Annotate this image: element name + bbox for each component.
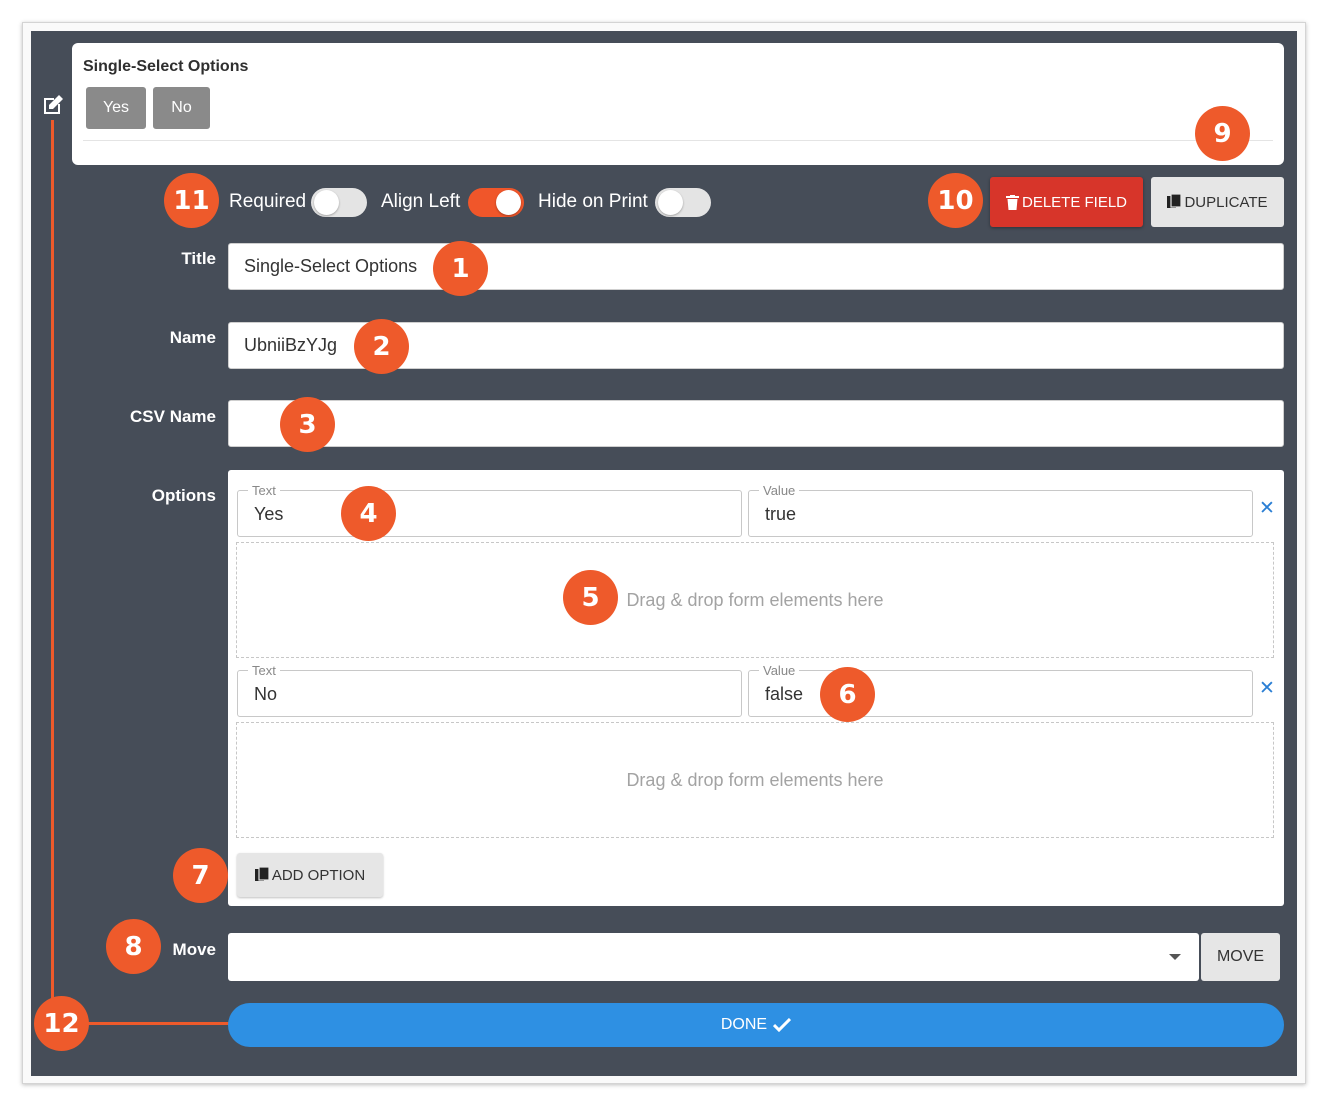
- trash-icon: [1005, 194, 1019, 210]
- duplicate-label: DUPLICATE: [1184, 193, 1268, 211]
- csv-name-input[interactable]: [228, 400, 1284, 447]
- option-1-text-value: Yes: [254, 504, 284, 524]
- connector-line-horizontal: [82, 1022, 232, 1025]
- name-label: Name: [169, 328, 216, 347]
- remove-option-2-close-icon[interactable]: ✕: [1259, 677, 1275, 700]
- value-legend: Value: [759, 483, 800, 498]
- remove-option-1-close-icon[interactable]: ✕: [1259, 497, 1275, 520]
- title-input[interactable]: Single-Select Options: [228, 243, 1284, 290]
- text-legend: Text: [248, 663, 280, 678]
- connector-line-vertical: [51, 120, 54, 1022]
- duplicate-button[interactable]: DUPLICATE: [1151, 177, 1284, 227]
- divider: [83, 140, 1273, 141]
- move-select[interactable]: [228, 933, 1199, 981]
- callout-badge-8: 8: [106, 919, 161, 974]
- text-legend: Text: [248, 483, 280, 498]
- required-toggle[interactable]: [311, 188, 367, 217]
- hide-on-print-label: Hide on Print: [538, 191, 648, 212]
- copy-icon: [254, 867, 269, 881]
- callout-badge-12: 12: [34, 996, 89, 1051]
- options-editor: Text Yes Value true ✕ Drag & drop form e…: [228, 470, 1284, 906]
- align-left-label: Align Left: [381, 191, 461, 212]
- callout-badge-11: 11: [164, 173, 219, 228]
- done-button[interactable]: DONE: [228, 1003, 1284, 1047]
- hide-on-print-toggle[interactable]: [655, 188, 711, 217]
- option-2-text-field[interactable]: Text No: [237, 663, 742, 717]
- option-1-value-value: true: [765, 504, 797, 524]
- options-label: Options: [151, 486, 216, 505]
- callout-badge-3: 3: [280, 397, 335, 452]
- option-2-value-value: false: [765, 684, 804, 704]
- preview-option-no[interactable]: No: [153, 87, 210, 129]
- copy-icon: [1167, 194, 1182, 208]
- callout-badge-10: 10: [928, 173, 983, 228]
- callout-badge-9: 9: [1195, 106, 1250, 161]
- required-label: Required: [229, 191, 307, 212]
- align-left-toggle[interactable]: [468, 188, 524, 217]
- option-1-dropzone[interactable]: Drag & drop form elements here: [236, 542, 1274, 658]
- preview-option-yes[interactable]: Yes: [86, 87, 146, 129]
- field-preview[interactable]: Single-Select Options Yes No: [72, 43, 1284, 165]
- value-legend: Value: [759, 663, 800, 678]
- option-1-value-field[interactable]: Value true: [748, 483, 1253, 537]
- csv-name-label: CSV Name: [130, 407, 216, 426]
- callout-badge-5: 5: [563, 570, 618, 625]
- callout-badge-2: 2: [354, 319, 409, 374]
- move-button[interactable]: MOVE: [1201, 933, 1280, 981]
- add-option-label: ADD OPTION: [271, 866, 366, 884]
- edit-icon[interactable]: [41, 93, 65, 117]
- checkmark-icon: [773, 1018, 792, 1032]
- callout-badge-4: 4: [341, 486, 396, 541]
- callout-badge-1: 1: [433, 241, 488, 296]
- callout-badge-7: 7: [173, 848, 228, 903]
- option-1-text-field[interactable]: Text Yes: [237, 483, 742, 537]
- add-option-button[interactable]: ADD OPTION: [237, 853, 383, 897]
- callout-badge-6: 6: [820, 667, 875, 722]
- done-label: DONE: [720, 1016, 768, 1033]
- title-label: Title: [181, 249, 216, 268]
- delete-field-label: DELETE FIELD: [1021, 193, 1128, 211]
- delete-field-button[interactable]: DELETE FIELD: [990, 177, 1143, 227]
- option-2-dropzone[interactable]: Drag & drop form elements here: [236, 722, 1274, 838]
- chevron-down-icon: [1169, 954, 1181, 960]
- option-2-text-value: No: [254, 684, 278, 704]
- preview-title: Single-Select Options: [83, 58, 249, 75]
